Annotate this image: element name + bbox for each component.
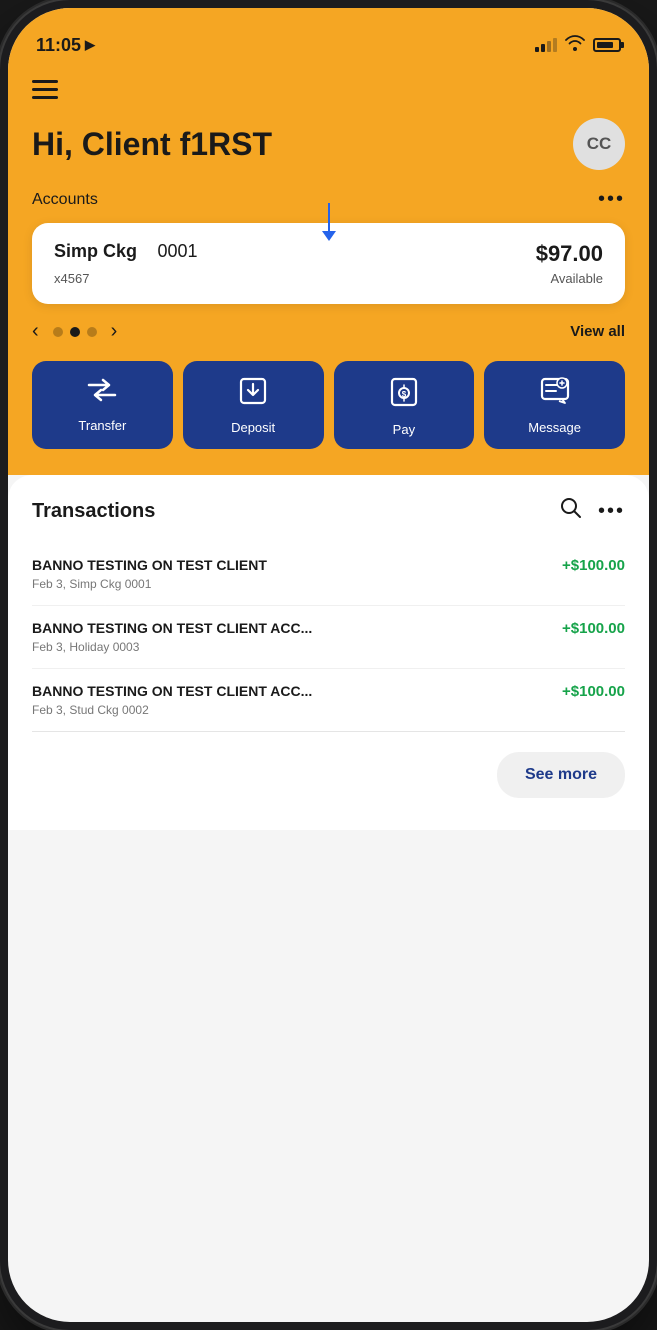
status-icons [535, 35, 621, 56]
avatar[interactable]: CC [573, 118, 625, 170]
phone-screen: 11:05 ▶ [8, 8, 649, 1322]
greeting-row: Hi, Client f1RST CC [32, 118, 625, 170]
menu-button[interactable] [32, 80, 625, 104]
carousel-dot-3 [87, 327, 97, 337]
card-name-number: Simp Ckg 0001 [54, 241, 198, 262]
deposit-label: Deposit [231, 420, 275, 435]
account-card[interactable]: Simp Ckg 0001 $97.00 x4567 Available [32, 223, 625, 304]
see-more-row: See more [32, 732, 625, 808]
message-label: Message [528, 420, 581, 435]
message-icon [540, 377, 570, 412]
see-more-button[interactable]: See more [497, 752, 625, 798]
transactions-header: Transactions ••• [32, 497, 625, 525]
svg-text:$: $ [402, 390, 407, 399]
pay-label: Pay [393, 422, 415, 437]
signal-icon [535, 38, 557, 52]
status-bar: 11:05 ▶ [8, 8, 649, 68]
deposit-icon [239, 377, 267, 412]
location-icon: ▶ [85, 37, 95, 53]
transaction-name: BANNO TESTING ON TEST CLIENT [32, 557, 267, 573]
carousel-nav: ‹ › [32, 320, 117, 343]
transactions-title: Transactions [32, 500, 155, 523]
card-arrow-indicator [322, 203, 336, 241]
message-button[interactable]: Message [484, 361, 625, 449]
transaction-item[interactable]: BANNO TESTING ON TEST CLIENT ACC... +$10… [32, 606, 625, 669]
carousel-row: ‹ › View all [32, 320, 625, 343]
transaction-top: BANNO TESTING ON TEST CLIENT ACC... +$10… [32, 683, 625, 700]
transaction-sub: Feb 3, Holiday 0003 [32, 640, 625, 654]
wifi-icon [565, 35, 585, 56]
transaction-item[interactable]: BANNO TESTING ON TEST CLIENT ACC... +$10… [32, 669, 625, 732]
card-account-sub: x4567 [54, 271, 89, 286]
transaction-item[interactable]: BANNO TESTING ON TEST CLIENT +$100.00 Fe… [32, 543, 625, 606]
transfer-button[interactable]: Transfer [32, 361, 173, 449]
carousel-prev-button[interactable]: ‹ [32, 320, 39, 343]
greeting-text: Hi, Client f1RST [32, 126, 272, 163]
transaction-amount: +$100.00 [562, 557, 625, 574]
carousel-next-button[interactable]: › [111, 320, 118, 343]
accounts-more-button[interactable]: ••• [598, 188, 625, 211]
carousel-dots [53, 327, 97, 337]
deposit-button[interactable]: Deposit [183, 361, 324, 449]
transaction-top: BANNO TESTING ON TEST CLIENT ACC... +$10… [32, 620, 625, 637]
card-number: 0001 [157, 241, 197, 261]
card-top-row: Simp Ckg 0001 $97.00 [54, 241, 603, 267]
transactions-area: Transactions ••• BANNO TESTING ON TEST C… [8, 475, 649, 830]
action-buttons: Transfer Deposit [32, 361, 625, 449]
card-name: Simp Ckg [54, 241, 137, 261]
card-amount-col: $97.00 [536, 241, 603, 267]
phone-frame: 11:05 ▶ [0, 0, 657, 1330]
transaction-name: BANNO TESTING ON TEST CLIENT ACC... [32, 620, 312, 636]
avatar-initials: CC [587, 134, 612, 154]
header-area: Hi, Client f1RST CC Accounts ••• [8, 68, 649, 475]
transaction-sub: Feb 3, Simp Ckg 0001 [32, 577, 625, 591]
pay-icon: $ [390, 377, 418, 414]
card-amount: $97.00 [536, 241, 603, 267]
transaction-top: BANNO TESTING ON TEST CLIENT +$100.00 [32, 557, 625, 574]
transactions-actions: ••• [560, 497, 625, 525]
view-all-button[interactable]: View all [570, 323, 625, 340]
card-available-label: Available [550, 271, 603, 286]
pay-button[interactable]: $ Pay [334, 361, 475, 449]
carousel-dot-2 [70, 327, 80, 337]
transaction-sub: Feb 3, Stud Ckg 0002 [32, 703, 625, 717]
transactions-more-button[interactable]: ••• [598, 500, 625, 523]
accounts-label: Accounts [32, 191, 98, 209]
status-time: 11:05 ▶ [36, 35, 95, 56]
transfer-icon [87, 377, 117, 410]
card-bottom-row: x4567 Available [54, 267, 603, 286]
transaction-amount: +$100.00 [562, 620, 625, 637]
transfer-label: Transfer [78, 418, 126, 433]
carousel-dot-1 [53, 327, 63, 337]
transaction-name: BANNO TESTING ON TEST CLIENT ACC... [32, 683, 312, 699]
battery-icon [593, 38, 621, 52]
time-display: 11:05 [36, 35, 81, 56]
search-button[interactable] [560, 497, 582, 525]
transaction-amount: +$100.00 [562, 683, 625, 700]
